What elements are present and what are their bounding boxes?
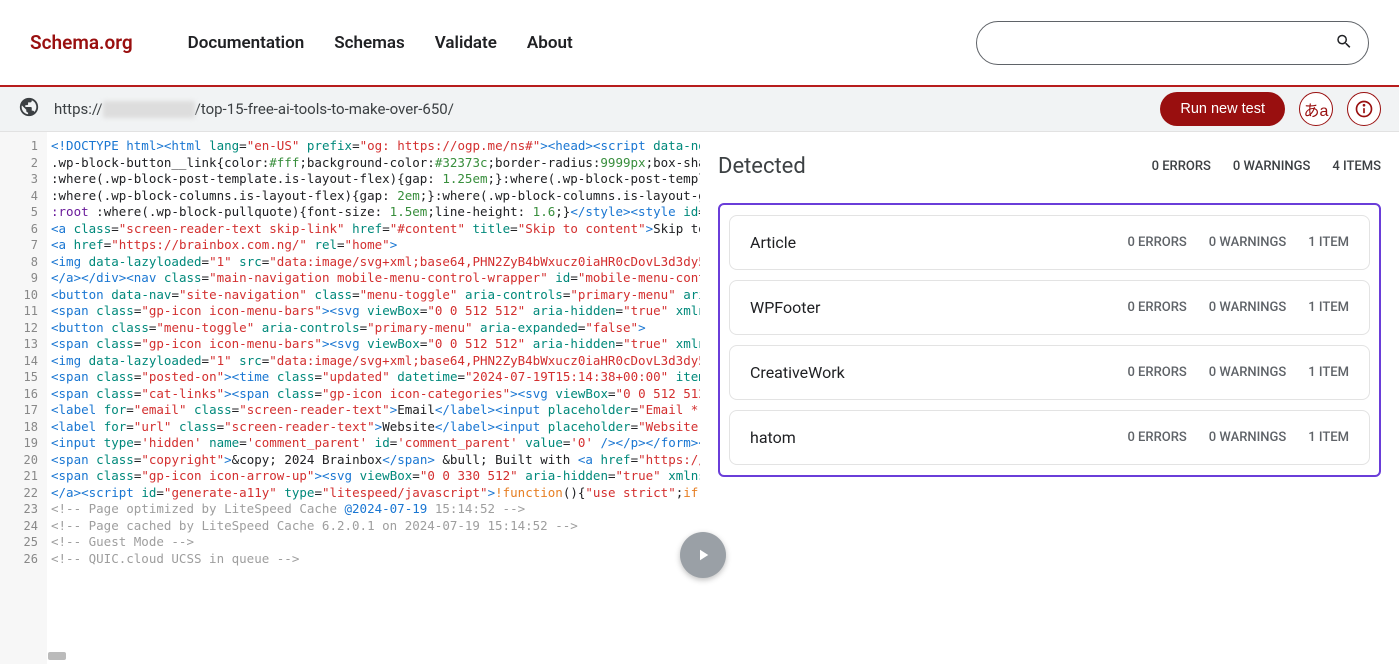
result-items: 1 ITEM (1308, 430, 1349, 445)
result-errors: 0 ERRORS (1127, 365, 1186, 380)
results-panel: Detected 0 ERRORS 0 WARNINGS 4 ITEMS Art… (700, 132, 1399, 664)
result-warnings: 0 WARNINGS (1209, 235, 1286, 250)
result-items: 1 ITEM (1308, 365, 1349, 380)
result-row-article[interactable]: Article 0 ERRORS 0 WARNINGS 1 ITEM (729, 215, 1370, 270)
url-input[interactable]: https:// /top-15-free-ai-tools-to-make-ov… (54, 100, 1146, 119)
site-header: Schema.org Documentation Schemas Validat… (0, 0, 1399, 87)
result-warnings: 0 WARNINGS (1209, 365, 1286, 380)
result-name: Article (750, 233, 796, 252)
summary-errors: 0 ERRORS (1152, 159, 1211, 174)
info-icon (1354, 99, 1374, 119)
result-name: WPFooter (750, 298, 820, 317)
main-content: 1234567891011121314151617181920212223242… (0, 132, 1399, 664)
brand-logo[interactable]: Schema.org (30, 31, 133, 54)
result-name: CreativeWork (750, 363, 845, 382)
summary-items: 4 ITEMS (1332, 159, 1381, 174)
url-suffix: /top-15-free-ai-tools-to-make-over-650/ (195, 100, 454, 118)
code-body[interactable]: <!DOCTYPE html><html lang="en-US" prefix… (47, 132, 700, 664)
result-row-wpfooter[interactable]: WPFooter 0 ERRORS 0 WARNINGS 1 ITEM (729, 280, 1370, 335)
line-gutter: 1234567891011121314151617181920212223242… (0, 132, 47, 664)
code-panel: 1234567891011121314151617181920212223242… (0, 132, 700, 664)
horizontal-scroll-thumb[interactable] (48, 652, 66, 660)
result-errors: 0 ERRORS (1127, 300, 1186, 315)
result-warnings: 0 WARNINGS (1209, 300, 1286, 315)
search-button[interactable] (1335, 32, 1353, 53)
nav-documentation[interactable]: Documentation (188, 33, 305, 53)
run-test-button[interactable]: Run new test (1160, 92, 1285, 126)
info-button[interactable] (1347, 92, 1381, 126)
result-errors: 0 ERRORS (1127, 235, 1186, 250)
url-redacted (103, 101, 195, 118)
result-name: hatom (750, 428, 796, 447)
url-bar: https:// /top-15-free-ai-tools-to-make-ov… (0, 87, 1399, 132)
results-items-highlight: Article 0 ERRORS 0 WARNINGS 1 ITEM WPFoo… (718, 203, 1381, 477)
result-errors: 0 ERRORS (1127, 430, 1186, 445)
play-icon (694, 546, 712, 564)
result-items: 1 ITEM (1308, 235, 1349, 250)
nav-validate[interactable]: Validate (435, 33, 497, 53)
results-header: Detected 0 ERRORS 0 WARNINGS 4 ITEMS (718, 154, 1381, 179)
globe-icon (18, 96, 40, 122)
results-title: Detected (718, 154, 806, 179)
nav-about[interactable]: About (527, 33, 573, 53)
main-nav: Documentation Schemas Validate About (188, 33, 573, 53)
result-warnings: 0 WARNINGS (1209, 430, 1286, 445)
search-icon (1335, 32, 1353, 50)
url-prefix: https:// (54, 100, 103, 118)
toggle-panel-button[interactable] (680, 532, 726, 578)
result-row-hatom[interactable]: hatom 0 ERRORS 0 WARNINGS 1 ITEM (729, 410, 1370, 465)
result-row-creativework[interactable]: CreativeWork 0 ERRORS 0 WARNINGS 1 ITEM (729, 345, 1370, 400)
language-button[interactable]: あa (1299, 92, 1333, 126)
search-form (976, 21, 1369, 65)
result-items: 1 ITEM (1308, 300, 1349, 315)
nav-schemas[interactable]: Schemas (334, 33, 405, 53)
search-input[interactable] (976, 21, 1369, 65)
summary-warnings: 0 WARNINGS (1233, 159, 1310, 174)
results-summary: 0 ERRORS 0 WARNINGS 4 ITEMS (1152, 159, 1381, 174)
